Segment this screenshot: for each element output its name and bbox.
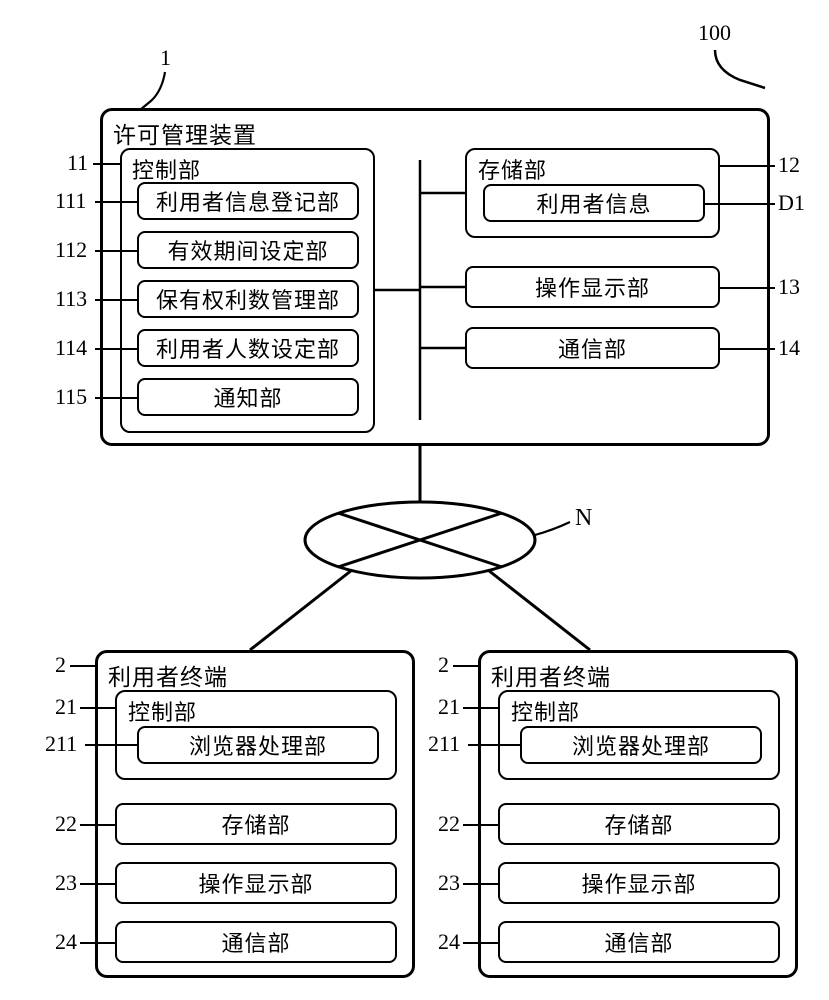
ref-114: 114 (55, 335, 87, 361)
item-validity: 有效期间设定部 (137, 231, 359, 269)
item-term-right-browser: 浏览器处理部 (520, 726, 762, 764)
item-server-display: 操作显示部 (465, 266, 720, 308)
title-terminal-right: 利用者终端 (491, 658, 611, 692)
title-terminal-left: 利用者终端 (108, 658, 228, 692)
item-term-left-comm: 通信部 (115, 921, 397, 963)
ref-115: 115 (55, 384, 87, 410)
ref-24-left: 24 (55, 929, 77, 955)
ref-23-left: 23 (55, 870, 77, 896)
ref-network: N (575, 505, 592, 532)
item-term-left-browser: 浏览器处理部 (137, 726, 379, 764)
item-term-left-storage: 存储部 (115, 803, 397, 845)
item-notify: 通知部 (137, 378, 359, 416)
ref-14: 14 (778, 335, 800, 361)
item-userinfo: 利用者信息 (483, 184, 705, 222)
ref-21-left: 21 (55, 694, 77, 720)
title-term-right-control: 控制部 (511, 695, 580, 727)
ref-112: 112 (55, 237, 87, 263)
item-term-right-comm: 通信部 (498, 921, 780, 963)
ref-211-left: 211 (45, 731, 77, 757)
ref-23-right: 23 (438, 870, 460, 896)
title-server: 许可管理装置 (113, 116, 257, 150)
ref-21-right: 21 (438, 694, 460, 720)
ref-11: 11 (67, 150, 88, 176)
title-term-left-control: 控制部 (128, 695, 197, 727)
ref-22-left: 22 (55, 811, 77, 837)
ref-d1: D1 (778, 190, 805, 216)
ref-113: 113 (55, 286, 87, 312)
ref-12: 12 (778, 152, 800, 178)
ref-2-right: 2 (438, 652, 449, 678)
item-server-comm: 通信部 (465, 327, 720, 369)
title-server-storage: 存储部 (478, 153, 547, 185)
item-usercount: 利用者人数设定部 (137, 329, 359, 367)
ref-111: 111 (55, 188, 86, 214)
item-term-right-storage: 存储部 (498, 803, 780, 845)
ref-13: 13 (778, 274, 800, 300)
item-term-right-display: 操作显示部 (498, 862, 780, 904)
item-rights: 保有权利数管理部 (137, 280, 359, 318)
ref-211-right: 211 (428, 731, 460, 757)
ref-2-left: 2 (55, 652, 66, 678)
title-server-control: 控制部 (132, 153, 201, 185)
item-user-reg: 利用者信息登记部 (137, 182, 359, 220)
ref-system: 100 (698, 20, 731, 46)
ref-server: 1 (160, 45, 171, 71)
item-term-left-display: 操作显示部 (115, 862, 397, 904)
ref-24-right: 24 (438, 929, 460, 955)
ref-22-right: 22 (438, 811, 460, 837)
